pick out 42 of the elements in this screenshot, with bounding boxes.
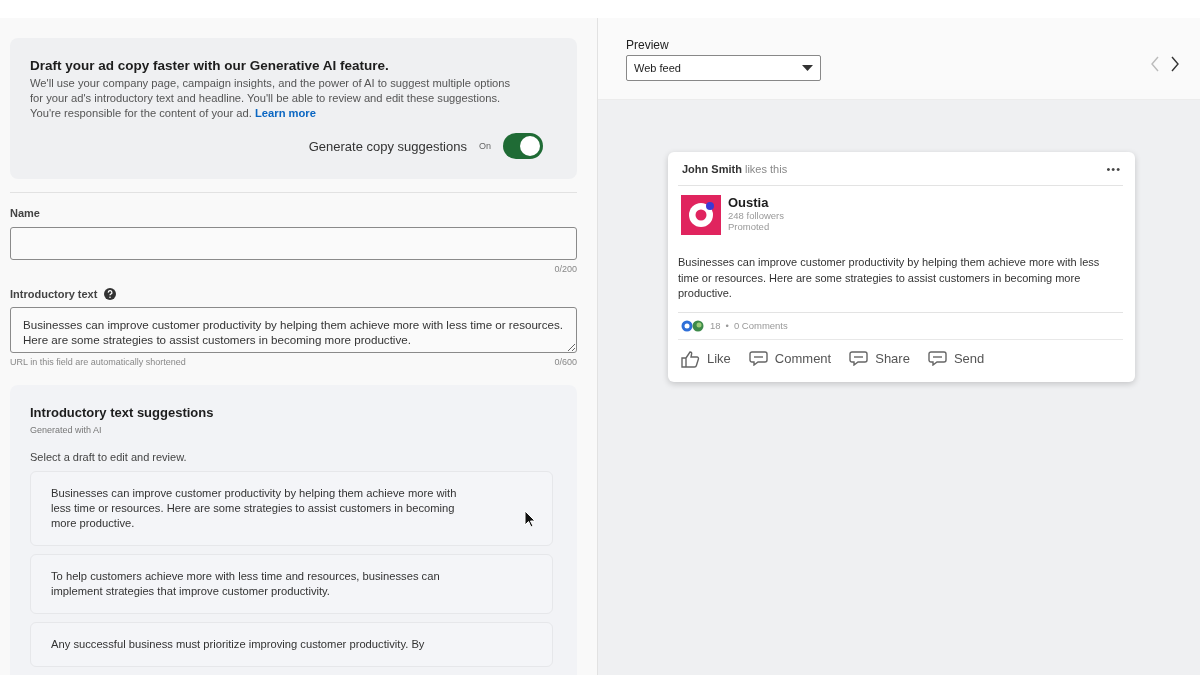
toggle-label: Generate copy suggestions [308,138,467,154]
notice-title: Draft your ad copy faster with our Generative AI feature. [30,58,390,73]
reaction-count: 18 [710,320,721,331]
suggestion-option[interactable]: Any successful business must prioritize improving customer productivity. By [30,622,553,667]
post-action-button[interactable]: Share [849,349,910,368]
learn-more-link[interactable]: Learn more [255,107,316,119]
field-hint: URL in this field are automatically shortened [10,357,186,367]
intro-text-area[interactable]: Businesses can improve customer productivity by helping them achieve more with less time or resources. Here are some strategies to assist customers in becoming more productive. [10,306,577,353]
thumbs-up-icon [681,349,700,368]
speech-bubble-icon [849,351,869,366]
character-counter: 0/600 [554,357,577,367]
suggestion-option[interactable]: Businesses can improve customer productivity by helping them achieve more with less time or resources. Here are some strategies to assist customers in becoming more productive. [30,471,553,546]
help-icon[interactable] [104,287,117,300]
post-action-button[interactable]: Like [681,349,731,368]
speech-bubble-icon [748,351,768,366]
follower-count: 248 followers [728,210,784,221]
suggestions-title: Introductory text suggestions [30,405,215,420]
suggestions-subtitle: Generated with AI [30,425,103,435]
character-counter: 0/200 [554,263,577,274]
intro-text-label: Introductory text [10,287,98,300]
dropdown-caret-icon [802,65,813,71]
preview-label: Preview [626,38,670,52]
post-action-button[interactable]: Send [927,349,985,368]
suggestion-option[interactable]: To help customers achieve more with less time and resources, businesses can implement strategies that improve customer productivity. [30,554,553,614]
notice-text: We'll use your company page, campaign insights, and the power of AI to suggest multiple options for your ad's introductory text and headline. You'll be able to review and edit these suggestions. You're responsible for the content of your ad. Learn more [30,76,512,121]
social-context: John Smith likes this [682,162,788,175]
company-logo [681,195,721,235]
post-text: Businesses can improve customer productivity by helping them achieve more with less time or resources. Here are some strategies to assist customers in becoming more productive. [678,255,1101,301]
suggestions-toggle[interactable] [503,133,543,159]
separator-dot: • [725,320,729,331]
mouse-pointer-icon [524,510,536,528]
instruction-text: Select a draft to edit and review. [30,451,188,463]
reaction-icons [681,319,705,332]
post-action-button[interactable]: Comment [748,349,832,368]
name-label: Name [10,206,41,219]
name-input-field[interactable] [10,226,577,260]
company-name[interactable]: Oustia [728,195,784,210]
preview-select[interactable]: Web feed [626,55,821,81]
speech-bubble-icon [927,351,947,366]
promoted-label: Promoted [728,221,771,232]
toggle-state: On [479,141,491,151]
more-options[interactable]: ••• [1106,162,1121,175]
